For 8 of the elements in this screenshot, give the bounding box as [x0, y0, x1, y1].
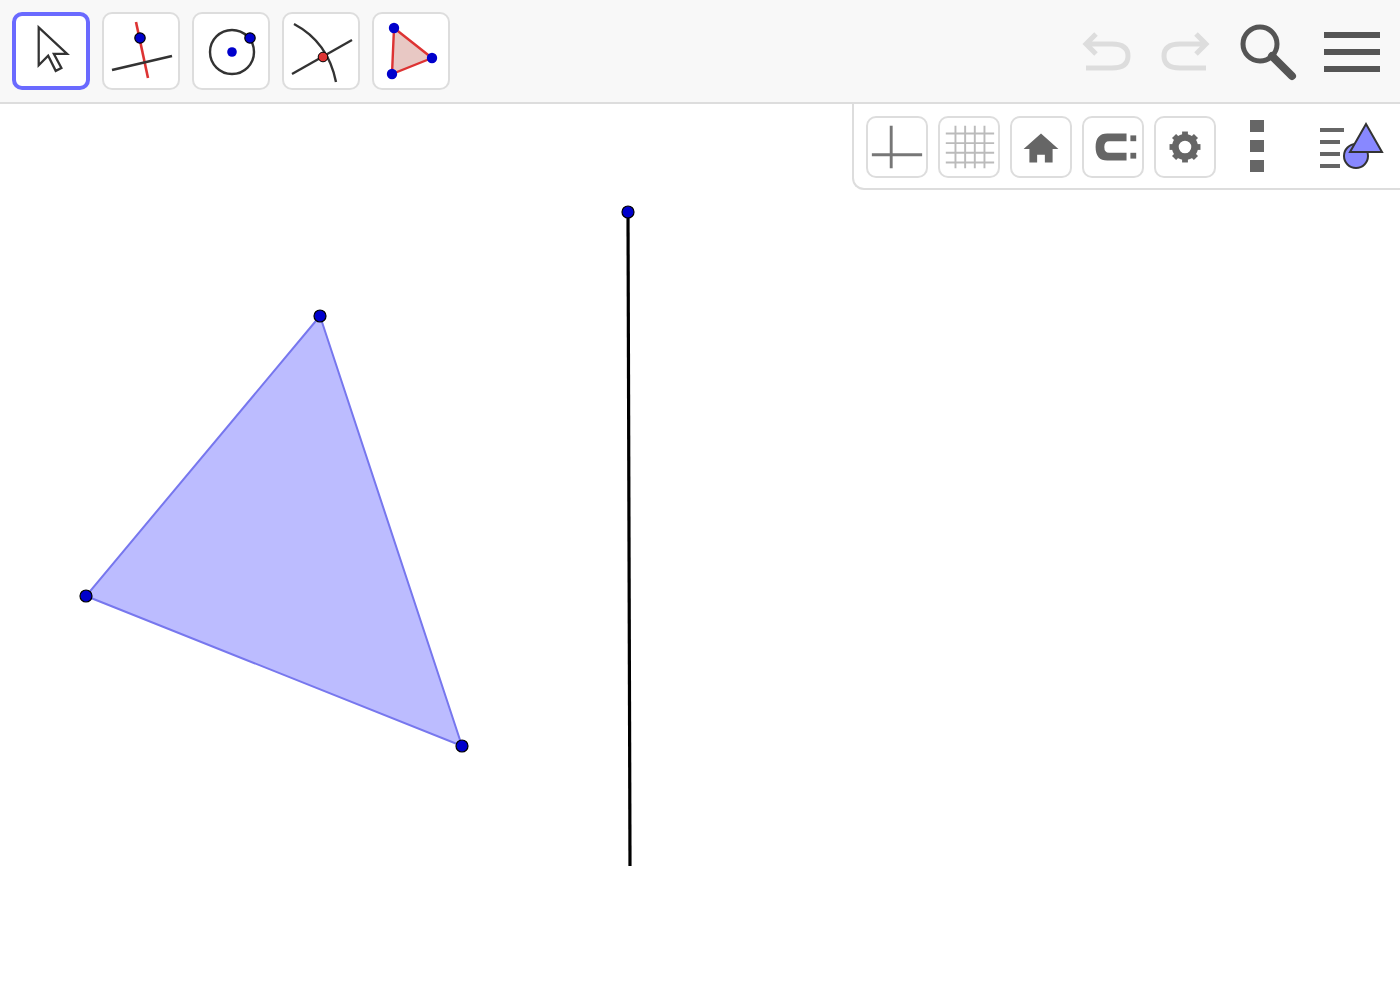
search-icon — [1236, 19, 1300, 83]
style-button[interactable] — [866, 115, 928, 177]
style-button[interactable] — [1154, 115, 1216, 177]
tool-button[interactable] — [12, 12, 90, 90]
shapes-list-icon — [1320, 118, 1384, 174]
style-button[interactable] — [1010, 115, 1072, 177]
more-icon — [1248, 120, 1268, 172]
style-button[interactable] — [1082, 115, 1144, 177]
